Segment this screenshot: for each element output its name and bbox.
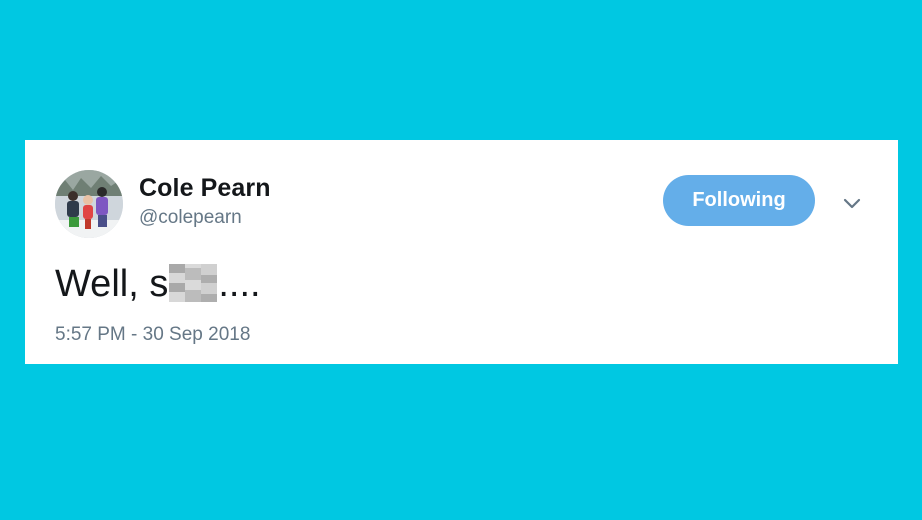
censored-word bbox=[169, 264, 218, 302]
tweet-card: Cole Pearn @colepearn Following Well, s … bbox=[25, 140, 898, 364]
tweet-text: Well, s .... bbox=[55, 258, 261, 306]
avatar-photo bbox=[55, 170, 123, 238]
tweet-text-prefix: Well, s bbox=[55, 263, 169, 305]
tweet-text-suffix: .... bbox=[218, 263, 261, 305]
tweet-timestamp[interactable]: 5:57 PM - 30 Sep 2018 bbox=[55, 324, 250, 346]
avatar[interactable] bbox=[55, 170, 123, 238]
author-name[interactable]: Cole Pearn bbox=[139, 174, 271, 203]
chevron-down-icon[interactable] bbox=[841, 192, 863, 214]
following-button[interactable]: Following bbox=[663, 175, 815, 226]
author-handle[interactable]: @colepearn bbox=[139, 207, 242, 229]
